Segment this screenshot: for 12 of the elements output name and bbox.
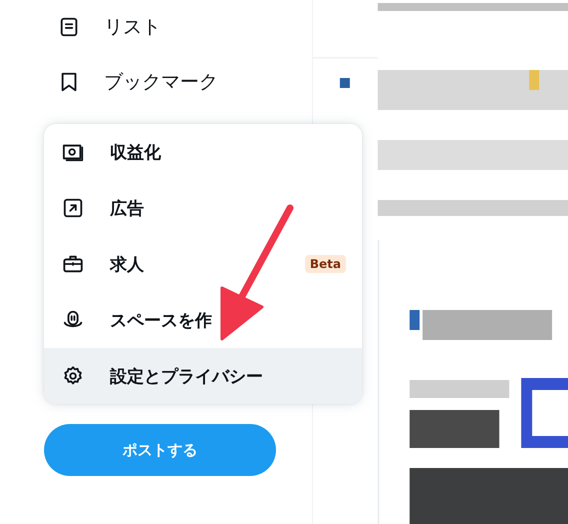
beta-badge: Beta <box>304 255 346 273</box>
sidebar-item[interactable]: リスト <box>0 0 312 54</box>
menu-item[interactable]: 広告 <box>44 180 362 236</box>
menu-item[interactable]: 収益化 <box>44 124 362 180</box>
list-icon <box>58 16 80 38</box>
menu-item[interactable]: 求人 Beta <box>44 236 362 292</box>
menu-item[interactable]: スペースを作 <box>44 292 362 348</box>
briefcase-icon <box>62 253 84 275</box>
sidebar-item[interactable]: ブックマーク <box>0 54 312 110</box>
external-link-icon <box>62 197 84 219</box>
menu-item[interactable]: 設定とプライバシー <box>44 348 362 404</box>
settings-icon <box>62 365 84 387</box>
